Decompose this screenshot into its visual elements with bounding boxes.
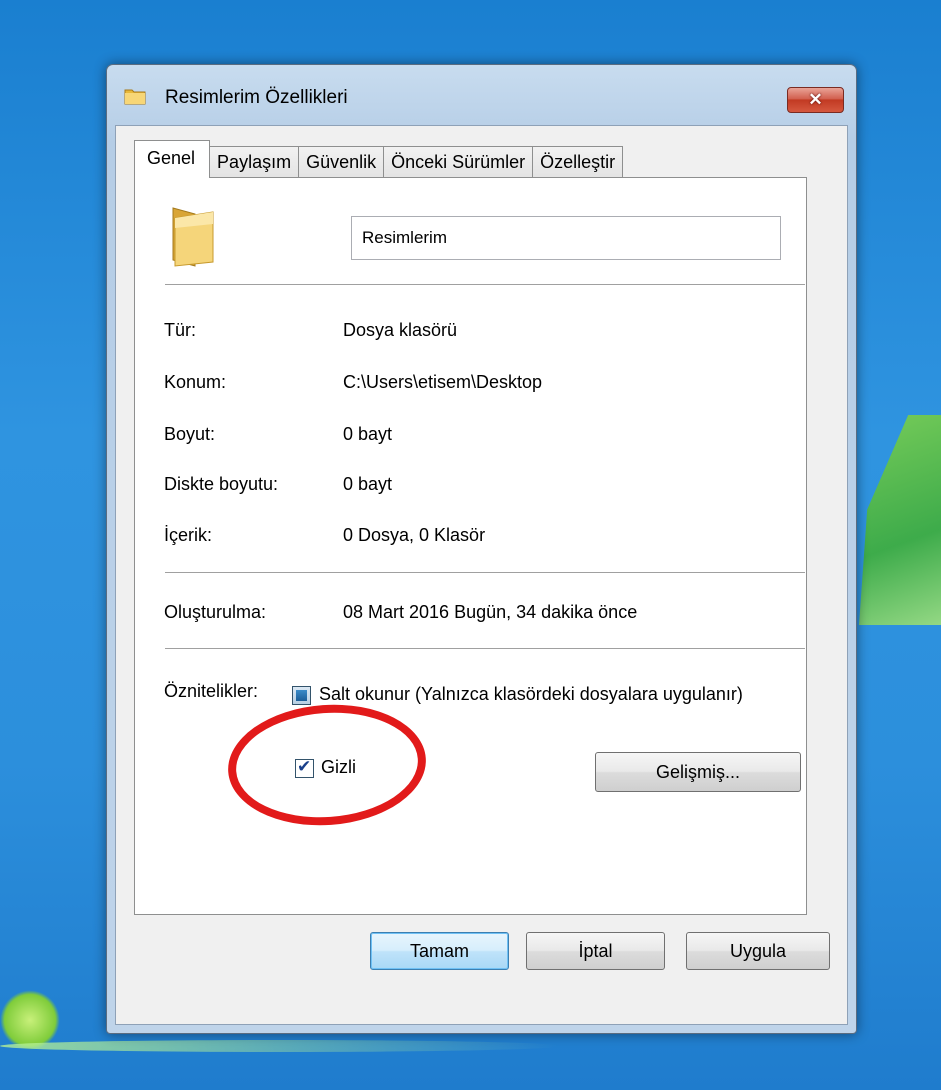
location-label: Konum: <box>164 372 227 392</box>
close-button[interactable]: ✕ <box>787 87 844 113</box>
size-label: Boyut: <box>164 424 216 444</box>
properties-dialog: Resimlerim Özellikleri ✕ Genel Paylaşım … <box>106 64 857 1034</box>
tab-security[interactable]: Güvenlik <box>298 146 385 178</box>
separator <box>165 284 805 285</box>
tab-sharing[interactable]: Paylaşım <box>209 146 300 178</box>
created-value: 08 Mart 2016 Bugün, 34 dakika önce <box>343 602 638 622</box>
readonly-checkbox-label[interactable]: Salt okunur (Yalnızca klasördeki dosyala… <box>319 684 743 705</box>
close-icon: ✕ <box>808 90 823 109</box>
apply-button[interactable]: Uygula <box>686 932 830 970</box>
ok-button[interactable]: Tamam <box>370 932 509 970</box>
desktop-wallpaper-glow <box>0 1040 560 1052</box>
created-label: Oluşturulma: <box>164 602 267 622</box>
folder-name-input[interactable] <box>351 216 781 260</box>
separator <box>165 648 805 649</box>
folder-icon <box>124 89 146 105</box>
contents-value: 0 Dosya, 0 Klasör <box>343 525 486 545</box>
location-value: C:\Users\etisem\Desktop <box>343 372 543 392</box>
desktop-wallpaper-leaf-left <box>0 990 60 1050</box>
tab-customize[interactable]: Özelleştir <box>532 146 624 178</box>
tab-strip: Genel Paylaşım Güvenlik Önceki Sürümler … <box>134 138 624 178</box>
cancel-button[interactable]: İptal <box>526 932 665 970</box>
general-tab-panel: Tür: Dosya klasörü Konum: C:\Users\etise… <box>134 177 807 915</box>
size-value: 0 bayt <box>343 424 393 444</box>
desktop-wallpaper-leaf <box>859 415 941 625</box>
tab-general[interactable]: Genel <box>134 140 211 178</box>
tab-previous-versions[interactable]: Önceki Sürümler <box>383 146 534 178</box>
advanced-button[interactable]: Gelişmiş... <box>595 752 801 792</box>
dialog-client-area: Genel Paylaşım Güvenlik Önceki Sürümler … <box>115 125 848 1025</box>
disk-size-value: 0 bayt <box>343 474 393 494</box>
window-title: Resimlerim Özellikleri <box>165 87 348 108</box>
contents-label: İçerik: <box>164 525 213 545</box>
readonly-checkbox[interactable] <box>292 686 311 705</box>
type-label: Tür: <box>164 320 197 340</box>
folder-icon <box>172 207 214 267</box>
type-value: Dosya klasörü <box>343 320 458 340</box>
attributes-label: Öznitelikler: <box>164 681 259 701</box>
disk-size-label: Diskte boyutu: <box>164 474 279 494</box>
separator <box>165 572 805 573</box>
title-bar[interactable]: Resimlerim Özellikleri ✕ <box>107 65 856 125</box>
